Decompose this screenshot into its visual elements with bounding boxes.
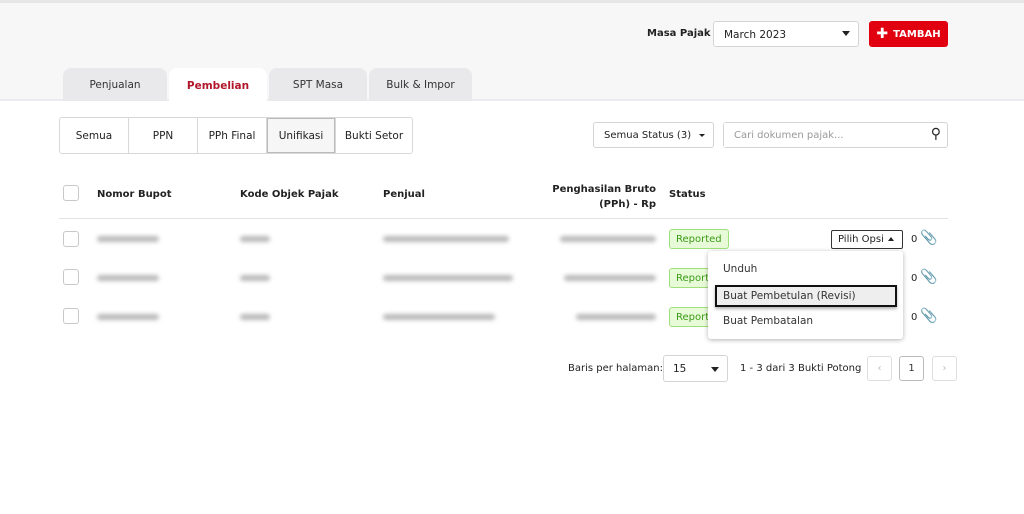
redacted-penghasilan	[560, 236, 656, 242]
filter-semua[interactable]: Semua	[60, 118, 129, 153]
filter-pph-final[interactable]: PPh Final	[198, 118, 267, 153]
row-checkbox[interactable]	[63, 308, 79, 324]
row-checkbox[interactable]	[63, 231, 79, 247]
rows-per-page-value: 15	[673, 363, 687, 375]
paperclip-icon[interactable]: 📎	[920, 230, 937, 246]
filter-ppn[interactable]: PPN	[129, 118, 198, 153]
prev-page-button[interactable]: ‹	[867, 356, 892, 381]
tambah-button[interactable]: ✚ TAMBAH	[869, 21, 948, 47]
redacted-kode-objek	[240, 314, 270, 320]
redacted-penghasilan	[564, 275, 656, 281]
tab-spt-masa[interactable]: SPT Masa	[269, 68, 367, 101]
pilih-opsi-label: Pilih Opsi	[838, 234, 884, 245]
masa-pajak-select[interactable]: March 2023	[713, 21, 859, 47]
caret-down-icon	[842, 31, 850, 36]
column-header-kode-objek-pajak[interactable]: Kode Objek Pajak	[240, 189, 339, 200]
paperclip-icon[interactable]: 📎	[920, 269, 937, 285]
caret-up-icon	[887, 237, 894, 241]
page-1-button[interactable]: 1	[899, 356, 924, 381]
status-filter-select[interactable]: Semua Status (3)	[593, 122, 714, 148]
column-header-penjual[interactable]: Penjual	[383, 189, 425, 200]
menu-item-buat-pembetulan[interactable]: Buat Pembetulan (Revisi)	[715, 285, 897, 307]
status-filter-value: Semua Status (3)	[604, 130, 692, 141]
tab-pembelian[interactable]: Pembelian	[169, 68, 267, 103]
pilih-opsi-button[interactable]: Pilih Opsi	[831, 230, 903, 249]
redacted-kode-objek	[240, 275, 270, 281]
plus-icon: ✚	[876, 26, 889, 42]
column-header-status[interactable]: Status	[669, 189, 706, 200]
rows-per-page-select[interactable]: 15	[663, 355, 728, 382]
redacted-penjual	[383, 275, 513, 281]
attachment-count: 0	[911, 273, 918, 284]
filter-bukti-setor[interactable]: Bukti Setor	[336, 118, 412, 153]
filter-unifikasi[interactable]: Unifikasi	[267, 118, 336, 153]
options-dropdown-menu: Unduh Buat Pembetulan (Revisi) Buat Pemb…	[708, 251, 903, 339]
tab-bulk-impor[interactable]: Bulk & Impor	[369, 68, 472, 101]
pagination-range: 1 - 3 dari 3 Bukti Potong	[740, 363, 862, 374]
paperclip-icon[interactable]: 📎	[920, 308, 937, 324]
attachment-count: 0	[911, 312, 918, 323]
select-all-checkbox[interactable]	[63, 185, 79, 201]
tab-penjualan[interactable]: Penjualan	[63, 68, 167, 101]
masa-pajak-label: Masa Pajak	[647, 28, 711, 39]
menu-item-buat-pembatalan[interactable]: Buat Pembatalan	[723, 315, 813, 327]
redacted-nomor-bupot	[97, 314, 159, 320]
caret-down-icon	[711, 367, 719, 372]
column-header-penghasilan-bruto[interactable]: Penghasilan Bruto (PPh) - Rp	[520, 182, 656, 212]
masa-pajak-value: March 2023	[724, 29, 787, 41]
menu-item-unduh[interactable]: Unduh	[723, 263, 757, 275]
row-checkbox[interactable]	[63, 269, 79, 285]
caret-down-icon	[699, 134, 705, 137]
redacted-nomor-bupot	[97, 275, 159, 281]
tambah-label: TAMBAH	[893, 28, 941, 40]
column-header-nomor-bupot[interactable]: Nomor Bupot	[97, 189, 172, 200]
redacted-penjual	[383, 314, 495, 320]
search-icon[interactable]: ⚲	[931, 126, 941, 142]
divider	[59, 218, 948, 219]
next-page-button[interactable]: ›	[932, 356, 957, 381]
redacted-penghasilan	[576, 314, 656, 320]
attachment-count: 0	[911, 234, 918, 245]
search-input[interactable]	[724, 123, 914, 147]
redacted-nomor-bupot	[97, 236, 159, 242]
status-badge: Reported	[669, 229, 729, 249]
search-box: ⚲	[723, 122, 948, 148]
redacted-kode-objek	[240, 236, 270, 242]
document-type-filter: Semua PPN PPh Final Unifikasi Bukti Seto…	[59, 117, 413, 154]
rows-per-page-label: Baris per halaman:	[568, 363, 664, 374]
redacted-penjual	[383, 236, 509, 242]
